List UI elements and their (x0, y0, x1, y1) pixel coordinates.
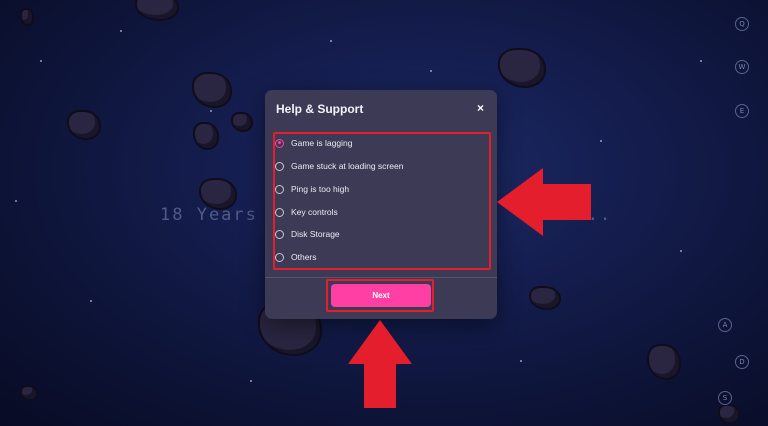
radio-icon[interactable] (275, 161, 284, 171)
key-hint-w: W (735, 60, 749, 74)
next-button[interactable]: Next (331, 284, 431, 307)
asteroid (718, 404, 740, 424)
option-label: Key controls (291, 207, 338, 217)
modal-title: Help & Support (276, 102, 364, 116)
option-label: Disk Storage (291, 229, 340, 239)
asteroid (20, 385, 38, 401)
key-hint-s: S (718, 391, 732, 405)
option-label: Game stuck at loading screen (291, 161, 404, 171)
option-disk-storage[interactable]: Disk Storage (275, 226, 340, 242)
close-icon[interactable]: × (477, 101, 484, 115)
option-game-stuck[interactable]: Game stuck at loading screen (275, 158, 403, 174)
key-hint-q: Q (735, 17, 749, 31)
key-hint-e: E (735, 104, 749, 118)
key-hint-d: D (735, 355, 749, 369)
option-label: Game is lagging (291, 138, 353, 148)
help-support-modal: Help & Support × Game is lagging Game st… (265, 90, 497, 319)
option-label: Others (291, 252, 317, 262)
radio-selected-icon[interactable] (275, 138, 284, 148)
divider (265, 277, 497, 278)
option-label: Ping is too high (291, 184, 350, 194)
red-arrow-left-icon (497, 168, 591, 236)
asteroid (231, 112, 253, 132)
radio-icon[interactable] (275, 252, 284, 262)
radio-icon[interactable] (275, 229, 284, 239)
option-ping-high[interactable]: Ping is too high (275, 181, 349, 197)
key-hint-a: A (718, 318, 732, 332)
option-others[interactable]: Others (275, 249, 317, 265)
asteroid (20, 8, 34, 26)
asteroid (193, 122, 219, 150)
option-game-lagging[interactable]: Game is lagging (275, 135, 352, 151)
radio-icon[interactable] (275, 207, 284, 217)
radio-icon[interactable] (275, 184, 284, 194)
option-key-controls[interactable]: Key controls (275, 204, 338, 220)
red-arrow-up-icon (348, 320, 412, 408)
